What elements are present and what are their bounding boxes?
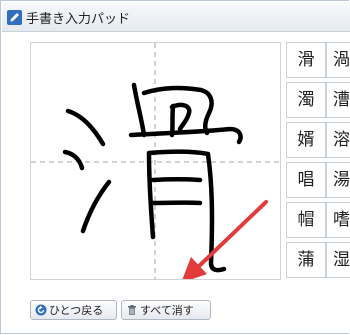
candidate-char[interactable]: 漕 — [326, 82, 350, 118]
candidate-char[interactable]: 湯 — [326, 162, 350, 198]
undo-button[interactable]: ひとつ戻る — [30, 300, 117, 320]
handwritten-strokes — [62, 82, 243, 273]
candidate-char[interactable]: 嗜 — [326, 202, 350, 238]
candidate-char[interactable]: 婿 — [286, 122, 326, 158]
window-title: 手書き入力パッド — [26, 12, 131, 27]
undo-icon — [35, 304, 47, 316]
drawing-canvas[interactable] — [30, 42, 281, 280]
candidate-char[interactable]: 蒲 — [286, 242, 326, 278]
handwriting-input-pad: 手書き入力パッド 滑 渦 濁 漕 婿 溶 唱 湯 帽 嗜 蒲 湿 ひとつ戻る す… — [0, 0, 350, 334]
candidate-char[interactable]: 湿 — [326, 242, 350, 278]
candidate-char[interactable]: 帽 — [286, 202, 326, 238]
candidate-char[interactable]: 滑 — [286, 42, 326, 78]
candidate-char[interactable]: 渦 — [326, 42, 350, 78]
candidate-char[interactable]: 溶 — [326, 122, 350, 158]
candidate-char[interactable]: 唱 — [286, 162, 326, 198]
undo-label: ひとつ戻る — [49, 304, 104, 317]
candidate-char[interactable]: 濁 — [286, 82, 326, 118]
clear-all-label: すべて消す — [140, 304, 194, 317]
title-bar: 手書き入力パッド — [2, 2, 350, 32]
trash-icon — [126, 304, 138, 316]
candidate-list: 滑 渦 濁 漕 婿 溶 唱 湯 帽 嗜 蒲 湿 — [286, 42, 350, 280]
clear-all-button[interactable]: すべて消す — [121, 300, 211, 320]
pen-icon — [7, 10, 22, 25]
